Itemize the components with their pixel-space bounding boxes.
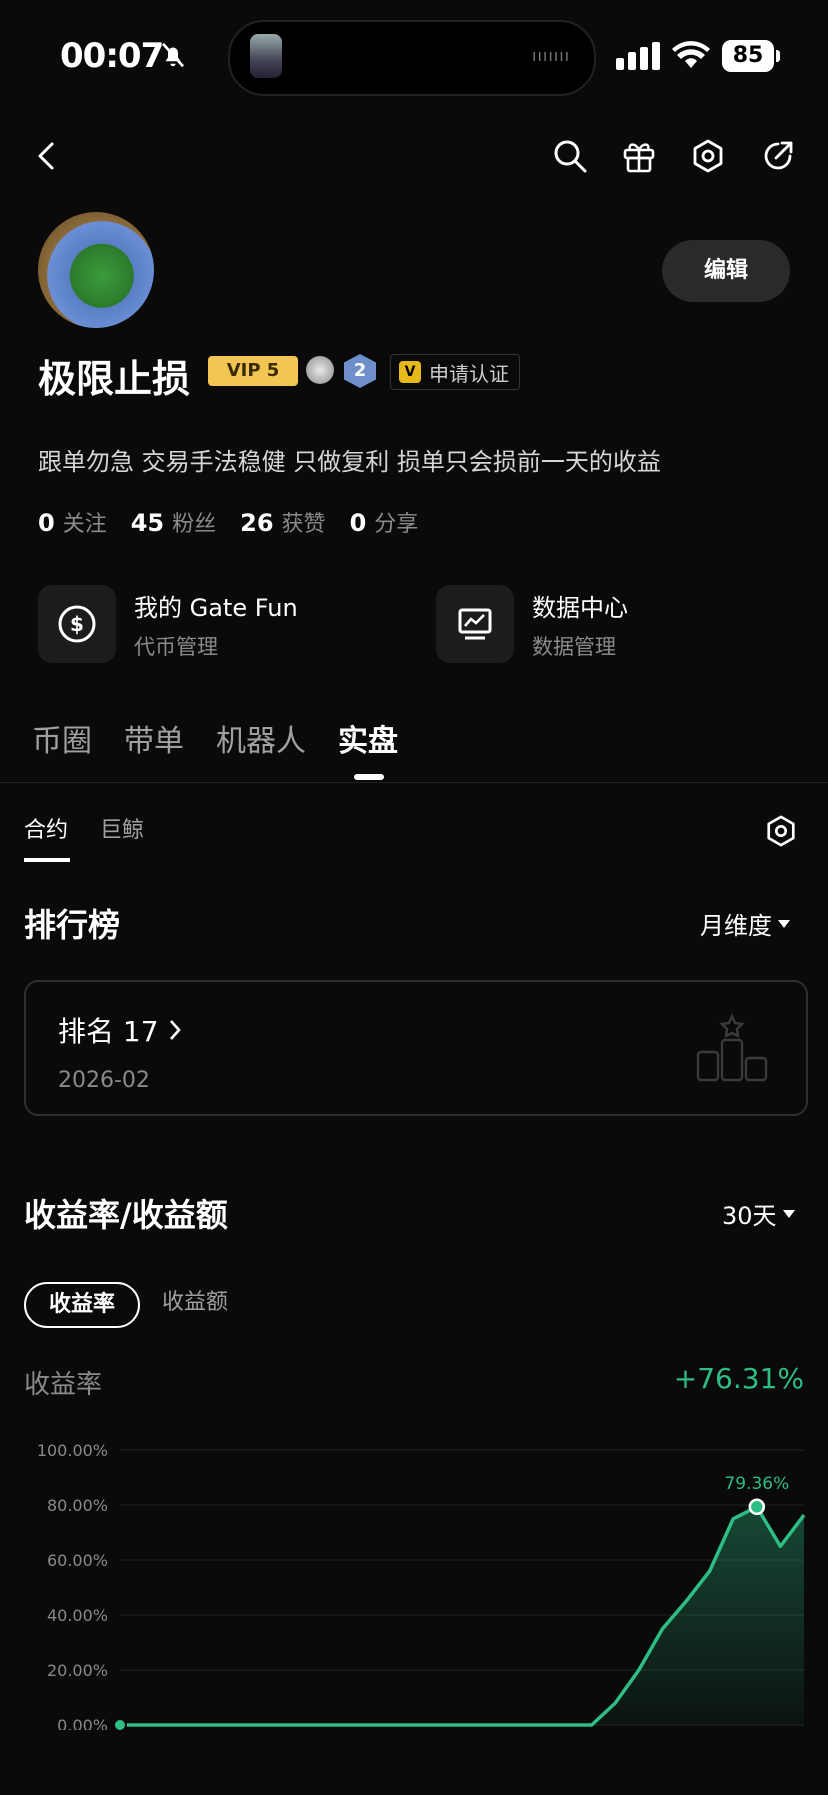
share-icon[interactable] xyxy=(760,138,796,174)
tab-bots[interactable]: 机器人 xyxy=(216,716,306,760)
returns-period-label: 30天 xyxy=(722,1202,777,1230)
gate-fun-card[interactable]: $ 我的 Gate Fun 代币管理 xyxy=(38,585,298,663)
status-time: 00:07 xyxy=(60,36,164,76)
rank-date: 2026-02 xyxy=(58,1068,150,1093)
mute-bell-icon xyxy=(158,40,188,70)
peak-label: 79.36% xyxy=(724,1474,789,1494)
subtab-futures[interactable]: 合约 xyxy=(24,812,68,844)
card-title: 我的 Gate Fun xyxy=(134,593,298,622)
rank-value: 排名 17 xyxy=(58,1015,159,1048)
stat-following[interactable]: 0 关注 xyxy=(38,506,107,538)
ranking-period-select[interactable]: 月维度 xyxy=(700,906,790,941)
card-title: 数据中心 xyxy=(532,593,628,622)
stat-likes[interactable]: 26 获赞 xyxy=(240,506,325,538)
island-avatar xyxy=(250,34,282,78)
bio-text: 跟单勿急 交易手法稳健 只做复利 损单只会损前一天的收益 xyxy=(38,448,661,476)
series-area xyxy=(120,1506,804,1725)
back-icon[interactable] xyxy=(34,140,58,172)
y-tick-label: 100.00% xyxy=(37,1441,108,1460)
y-tick-label: 0.00% xyxy=(57,1716,108,1730)
stat-shares[interactable]: 0 分享 xyxy=(350,506,419,538)
returns-chart: 100.00% 80.00% 60.00% 40.00% 20.00% 0.00% 79.3… xyxy=(37,1441,806,1730)
returns-period-select[interactable]: 30天 xyxy=(722,1196,795,1231)
settings-hex-icon[interactable] xyxy=(690,138,726,174)
stat-followers[interactable]: 45 粉丝 xyxy=(131,506,216,538)
avatar[interactable] xyxy=(38,212,154,328)
medal-icon[interactable] xyxy=(306,356,334,384)
ranking-card[interactable]: 排名 17 2026-02 xyxy=(24,980,808,1116)
ranking-period-label: 月维度 xyxy=(700,912,772,940)
returns-title: 收益率/收益额 xyxy=(24,1196,228,1234)
chart-monitor-icon xyxy=(436,585,514,663)
divider xyxy=(0,782,828,783)
verify-label: 申请认证 xyxy=(429,361,509,386)
card-subtitle: 数据管理 xyxy=(532,634,616,659)
battery-tip xyxy=(776,50,780,62)
y-tick-label: 40.00% xyxy=(47,1606,108,1625)
y-tick-label: 20.00% xyxy=(47,1661,108,1680)
gift-icon[interactable] xyxy=(622,138,656,174)
y-tick-label: 60.00% xyxy=(47,1551,108,1570)
tab-live-trading[interactable]: 实盘 xyxy=(338,716,398,760)
vip-badge[interactable]: VIP 5 xyxy=(208,356,298,386)
ranking-title: 排行榜 xyxy=(24,906,121,944)
level-badge[interactable]: 2 xyxy=(344,354,376,388)
subtab-active-indicator xyxy=(24,858,70,862)
apply-verification-button[interactable]: V 申请认证 xyxy=(390,354,520,390)
stats-row: 0 关注 45 粉丝 26 获赞 0 分享 xyxy=(38,506,418,538)
podium-icon xyxy=(696,1012,768,1084)
sub-tabs: 合约 巨鲸 xyxy=(24,812,144,844)
tab-coin-circle[interactable]: 币圈 xyxy=(32,716,92,760)
tab-active-indicator xyxy=(354,774,384,780)
chevron-right-icon xyxy=(169,1019,181,1041)
metric-value: +76.31% xyxy=(673,1362,804,1395)
tab-copy-trading[interactable]: 带单 xyxy=(124,716,184,760)
caret-down-icon xyxy=(778,919,790,929)
data-center-card[interactable]: 数据中心 数据管理 xyxy=(436,585,628,663)
username: 极限止损 xyxy=(38,357,191,401)
card-subtitle: 代币管理 xyxy=(134,634,218,659)
verify-v-icon: V xyxy=(399,361,421,383)
filter-settings-icon[interactable] xyxy=(764,814,798,848)
main-tabs: 币圈 带单 机器人 实盘 xyxy=(32,716,398,760)
battery-indicator: 85 xyxy=(722,40,774,72)
metric-label: 收益率 xyxy=(24,1370,103,1400)
island-activity: ııııııı xyxy=(532,46,571,65)
start-point xyxy=(113,1718,127,1730)
signal-icon xyxy=(616,42,660,70)
peak-point xyxy=(748,1498,766,1516)
svg-text:$: $ xyxy=(70,612,84,636)
pill-return-amount[interactable]: 收益额 xyxy=(162,1282,228,1324)
rank-label: 排名 17 xyxy=(58,1010,181,1050)
pill-return-rate[interactable]: 收益率 xyxy=(24,1282,140,1328)
subtab-whale[interactable]: 巨鲸 xyxy=(100,812,144,844)
wifi-icon xyxy=(672,40,710,70)
search-icon[interactable] xyxy=(552,138,588,174)
caret-down-icon xyxy=(782,1209,795,1219)
dollar-coin-icon: $ xyxy=(38,585,116,663)
y-tick-label: 80.00% xyxy=(47,1496,108,1515)
edit-profile-button[interactable]: 编辑 xyxy=(662,240,790,302)
